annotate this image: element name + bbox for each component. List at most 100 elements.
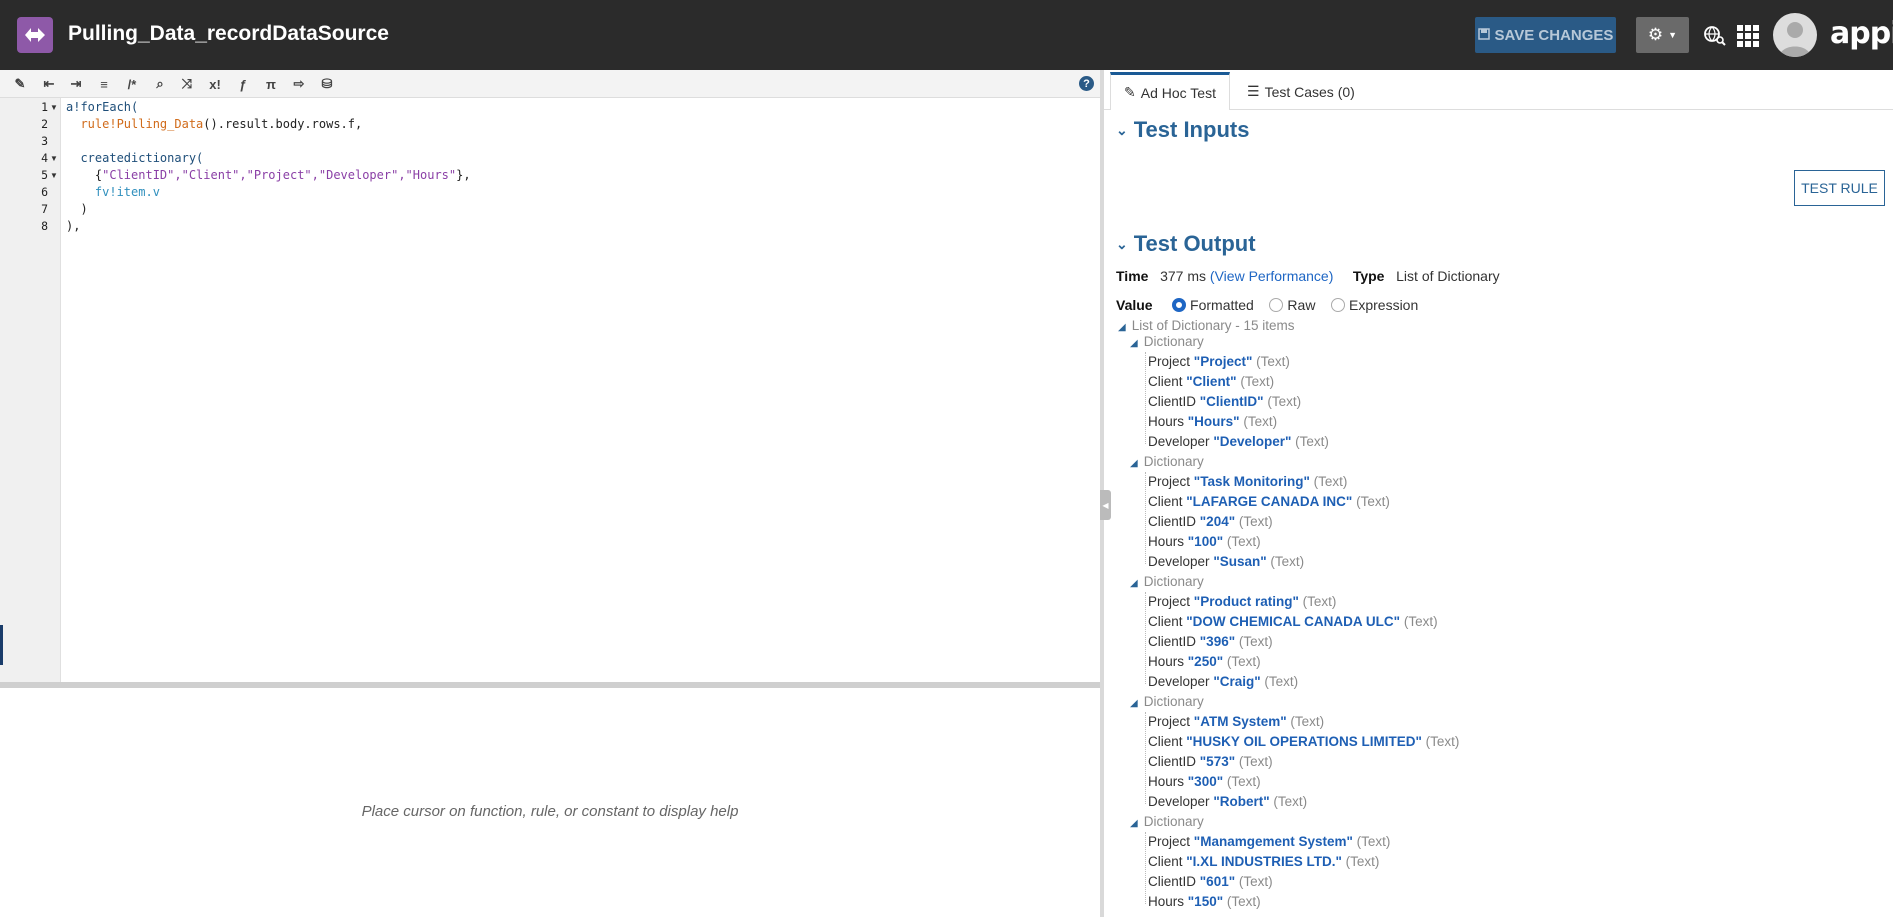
save-changes-button[interactable]: SAVE CHANGES [1475, 17, 1616, 53]
tree-field: Developer "Robert" (Text) [1148, 794, 1307, 809]
indent-icon[interactable]: ⇥ [66, 74, 86, 94]
code-line-7: ) [66, 202, 88, 216]
tree-dictionary[interactable]: ◢ Dictionary [1130, 334, 1204, 349]
fold-toggle-icon[interactable]: ▼ [50, 154, 58, 163]
code-token: fv!item.v [66, 185, 160, 199]
test-tabs: ✎ Ad Hoc Test ☰ Test Cases (0) [1104, 70, 1893, 110]
tree-dictionary[interactable]: ◢ Dictionary [1130, 454, 1204, 469]
avatar[interactable] [1773, 13, 1817, 57]
expression-icon[interactable]: x! [205, 74, 225, 94]
test-rule-button[interactable]: TEST RULE [1794, 170, 1885, 206]
line-number: 7 [41, 202, 48, 216]
field-key: Hours [1148, 534, 1185, 549]
chevron-down-icon: ⌄ [1116, 121, 1128, 138]
field-type: (Text) [1345, 854, 1380, 869]
line-number: 2 [41, 117, 48, 131]
tree-root[interactable]: ◢ List of Dictionary - 15 items [1118, 318, 1295, 333]
line-number-gutter: 1 ▼ 2 3 4 ▼ 5 ▼ 6 7 8 [0, 98, 61, 682]
tree-dictionary[interactable]: ◢ Dictionary [1130, 814, 1204, 829]
list-icon[interactable]: ≡ [94, 74, 114, 94]
field-value: "300" [1187, 774, 1224, 789]
field-key: Hours [1148, 894, 1185, 909]
settings-menu-button[interactable]: ⚙ ▼ [1636, 17, 1689, 53]
expand-triangle-icon: ◢ [1130, 458, 1138, 469]
help-icon[interactable]: ? [1079, 76, 1094, 91]
type-label: Type [1352, 268, 1385, 284]
field-key: Client [1148, 854, 1183, 869]
line-number: 8 [41, 219, 48, 233]
code-editor[interactable]: a!forEach( rule!Pulling_Data().result.bo… [66, 98, 1096, 682]
field-type: (Text) [1273, 794, 1308, 809]
tree-field: Hours "300" (Text) [1148, 774, 1261, 789]
field-type: (Text) [1256, 354, 1290, 369]
field-key: Client [1148, 374, 1183, 389]
tree-field: ClientID "204" (Text) [1148, 514, 1273, 529]
code-line-1: a!forEach( [66, 100, 138, 114]
radio-expression[interactable]: Expression [1331, 297, 1418, 313]
field-value: "150" [1187, 894, 1224, 909]
field-type: (Text) [1238, 514, 1273, 529]
field-value: "Craig" [1213, 674, 1261, 689]
test-output-header[interactable]: ⌄ Test Output [1116, 231, 1256, 257]
field-type: (Text) [1238, 874, 1273, 889]
tree-field: ClientID "601" (Text) [1148, 874, 1273, 889]
tree-guide-line [1145, 592, 1146, 684]
field-key: ClientID [1148, 514, 1197, 529]
radio-raw[interactable]: Raw [1269, 297, 1315, 313]
field-value: "601" [1199, 874, 1236, 889]
test-inputs-header[interactable]: ⌄ Test Inputs [1116, 117, 1249, 143]
code-token: }, [456, 168, 471, 182]
tree-dictionary[interactable]: ◢ Dictionary [1130, 574, 1204, 589]
app-logo-icon[interactable] [17, 17, 53, 53]
export-icon[interactable]: ⇨ [289, 74, 309, 94]
code-line-4: createdictionary( [66, 151, 203, 165]
shuffle-icon[interactable]: ⤨ [177, 74, 197, 94]
field-key: Hours [1148, 774, 1185, 789]
time-value: 377 ms [1160, 268, 1207, 284]
field-type: (Text) [1226, 534, 1261, 549]
radio-formatted[interactable]: Formatted [1172, 297, 1254, 313]
fold-toggle-icon[interactable]: ▼ [50, 103, 58, 112]
field-key: Client [1148, 494, 1183, 509]
field-key: Project [1148, 474, 1191, 489]
app-header: Pulling_Data_recordDataSource SAVE CHANG… [0, 0, 1893, 70]
field-value: "DOW CHEMICAL CANADA ULC" [1186, 614, 1401, 629]
tree-guide-line [1145, 712, 1146, 804]
field-value: "HUSKY OIL OPERATIONS LIMITED" [1186, 734, 1422, 749]
field-key: ClientID [1148, 754, 1197, 769]
code-token: ) [66, 202, 88, 216]
tab-test-cases[interactable]: ☰ Test Cases (0) [1234, 73, 1368, 110]
editor-splitter[interactable] [0, 682, 1100, 688]
code-line-2: rule!Pulling_Data().result.body.rows.f, [66, 117, 362, 131]
globe-search-icon[interactable] [1703, 25, 1727, 47]
field-type: (Text) [1270, 554, 1305, 569]
database-search-icon[interactable]: ⛁ [317, 74, 337, 94]
pi-icon[interactable]: π [261, 74, 281, 94]
line-number: 4 [41, 151, 48, 165]
apps-grid-icon[interactable] [1737, 25, 1759, 47]
field-key: Client [1148, 614, 1183, 629]
function-icon[interactable]: ƒ [233, 74, 253, 94]
radio-unselected-icon [1269, 298, 1284, 312]
view-performance-link[interactable]: (View Performance) [1210, 268, 1333, 284]
tree-field: Developer "Susan" (Text) [1148, 554, 1304, 569]
tree-root-label: List of Dictionary - 15 items [1131, 318, 1295, 333]
magic-wand-icon[interactable]: ✎ [10, 74, 30, 94]
type-value: List of Dictionary [1396, 268, 1500, 284]
expand-triangle-icon: ◢ [1118, 322, 1126, 333]
fold-toggle-icon[interactable]: ▼ [50, 171, 58, 180]
dictionary-label: Dictionary [1143, 574, 1204, 589]
expand-triangle-icon: ◢ [1130, 698, 1138, 709]
tree-field: Client "DOW CHEMICAL CANADA ULC" (Text) [1148, 614, 1438, 629]
field-key: Hours [1148, 414, 1185, 429]
tree-field: ClientID "ClientID" (Text) [1148, 394, 1301, 409]
tree-dictionary[interactable]: ◢ Dictionary [1130, 694, 1204, 709]
chevron-down-icon: ⌄ [1116, 235, 1128, 252]
gear-icon: ⚙ [1647, 25, 1664, 44]
search-icon[interactable]: ⌕ [150, 74, 170, 94]
field-value: "ClientID" [1199, 394, 1264, 409]
tab-ad-hoc-test[interactable]: ✎ Ad Hoc Test [1110, 72, 1230, 110]
comment-icon[interactable]: /* [122, 74, 142, 94]
outdent-icon[interactable]: ⇤ [39, 74, 59, 94]
